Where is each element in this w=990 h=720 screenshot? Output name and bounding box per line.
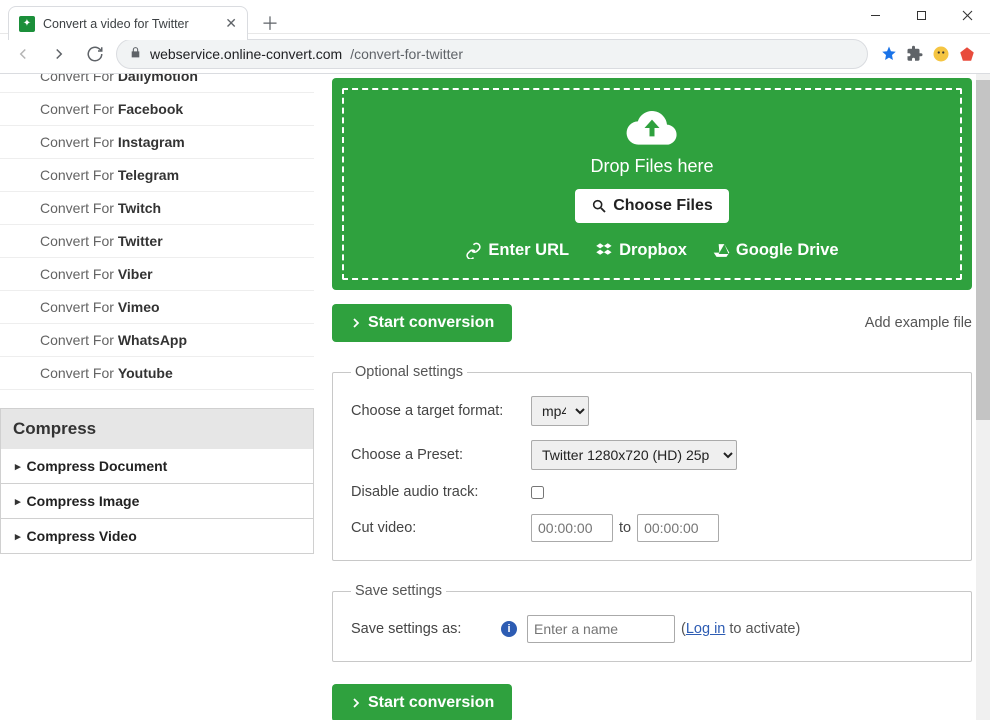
sidebar-compress-video[interactable]: ▸Compress Video bbox=[0, 519, 314, 554]
dropzone[interactable]: Drop Files here Choose Files Enter URL D… bbox=[332, 78, 972, 290]
nav-forward-button[interactable] bbox=[44, 39, 74, 69]
window-maximize-button[interactable] bbox=[898, 0, 944, 30]
sidebar-compress-document[interactable]: ▸Compress Document bbox=[0, 449, 314, 484]
disable-audio-label: Disable audio track: bbox=[351, 484, 531, 500]
chevron-right-icon: ▸ bbox=[15, 530, 21, 543]
chevron-right-icon: ▸ bbox=[15, 495, 21, 508]
sidebar-item-dailymotion[interactable]: Convert For Dailymotion bbox=[0, 74, 314, 93]
sidebar-item-facebook[interactable]: Convert For Facebook bbox=[0, 93, 314, 126]
cut-from-input[interactable] bbox=[531, 514, 613, 542]
sidebar-item-instagram[interactable]: Convert For Instagram bbox=[0, 126, 314, 159]
cut-video-label: Cut video: bbox=[351, 520, 531, 536]
add-example-file-link[interactable]: Add example file bbox=[865, 315, 972, 331]
bookmark-star-icon[interactable] bbox=[880, 45, 898, 63]
browser-tab[interactable]: ✦ Convert a video for Twitter ✕ bbox=[8, 6, 248, 40]
dropzone-text: Drop Files here bbox=[590, 156, 713, 177]
tab-title: Convert a video for Twitter bbox=[43, 17, 189, 31]
save-as-label: Save settings as: bbox=[351, 621, 501, 637]
sidebar-item-twitter[interactable]: Convert For Twitter bbox=[0, 225, 314, 258]
sidebar-item-youtube[interactable]: Convert For Youtube bbox=[0, 357, 314, 390]
nav-back-button[interactable] bbox=[8, 39, 38, 69]
save-settings-legend: Save settings bbox=[351, 583, 446, 599]
extensions-icon[interactable] bbox=[906, 45, 924, 63]
extension-red-icon[interactable] bbox=[958, 45, 976, 63]
sidebar-compress-image[interactable]: ▸Compress Image bbox=[0, 484, 314, 519]
nav-reload-button[interactable] bbox=[80, 39, 110, 69]
target-format-label: Choose a target format: bbox=[351, 403, 531, 419]
sidebar: Convert For Dailymotion Convert For Face… bbox=[0, 74, 314, 720]
scrollbar-track[interactable] bbox=[976, 74, 990, 720]
preset-select[interactable]: Twitter 1280x720 (HD) 25p bbox=[531, 440, 737, 470]
sidebar-item-twitch[interactable]: Convert For Twitch bbox=[0, 192, 314, 225]
sidebar-section-title: Compress bbox=[0, 408, 314, 449]
lock-icon bbox=[129, 46, 142, 62]
login-link[interactable]: Log in bbox=[686, 621, 726, 637]
link-icon bbox=[465, 242, 482, 259]
search-icon bbox=[591, 198, 607, 214]
favicon-icon: ✦ bbox=[19, 16, 35, 32]
info-icon[interactable]: i bbox=[501, 621, 517, 637]
start-conversion-button-top[interactable]: Start conversion bbox=[332, 304, 512, 342]
window-close-button[interactable] bbox=[944, 0, 990, 30]
cut-to-text: to bbox=[619, 520, 631, 536]
google-drive-button[interactable]: Google Drive bbox=[713, 241, 839, 260]
scrollbar-thumb[interactable] bbox=[976, 80, 990, 420]
google-drive-icon bbox=[713, 242, 730, 259]
save-settings-fieldset: Save settings Save settings as: i (Log i… bbox=[332, 583, 972, 662]
start-conversion-button-bottom[interactable]: Start conversion bbox=[332, 684, 512, 720]
sidebar-item-viber[interactable]: Convert For Viber bbox=[0, 258, 314, 291]
url-host: webservice.online-convert.com bbox=[150, 46, 342, 62]
main-content: Drop Files here Choose Files Enter URL D… bbox=[314, 74, 990, 720]
new-tab-button[interactable]: ＋ bbox=[256, 9, 284, 37]
tab-close-icon[interactable]: ✕ bbox=[225, 15, 237, 32]
dropbox-icon bbox=[595, 242, 613, 260]
sidebar-item-telegram[interactable]: Convert For Telegram bbox=[0, 159, 314, 192]
optional-settings-fieldset: Optional settings Choose a target format… bbox=[332, 364, 972, 561]
extension-fox-icon[interactable] bbox=[932, 45, 950, 63]
chevron-right-icon: ▸ bbox=[15, 460, 21, 473]
cut-to-input[interactable] bbox=[637, 514, 719, 542]
cloud-upload-icon bbox=[624, 108, 680, 148]
chevron-right-icon bbox=[350, 317, 362, 329]
target-format-select[interactable]: mp4 bbox=[531, 396, 589, 426]
url-path: /convert-for-twitter bbox=[350, 46, 463, 62]
preset-label: Choose a Preset: bbox=[351, 447, 531, 463]
dropbox-button[interactable]: Dropbox bbox=[595, 241, 687, 260]
optional-settings-legend: Optional settings bbox=[351, 364, 467, 380]
sidebar-item-whatsapp[interactable]: Convert For WhatsApp bbox=[0, 324, 314, 357]
address-bar[interactable]: webservice.online-convert.com/convert-fo… bbox=[116, 39, 868, 69]
disable-audio-checkbox[interactable] bbox=[531, 486, 544, 499]
choose-files-button[interactable]: Choose Files bbox=[575, 189, 729, 223]
window-minimize-button[interactable] bbox=[852, 0, 898, 30]
enter-url-button[interactable]: Enter URL bbox=[465, 241, 569, 260]
sidebar-item-vimeo[interactable]: Convert For Vimeo bbox=[0, 291, 314, 324]
save-name-input[interactable] bbox=[527, 615, 675, 643]
chevron-right-icon bbox=[350, 697, 362, 709]
